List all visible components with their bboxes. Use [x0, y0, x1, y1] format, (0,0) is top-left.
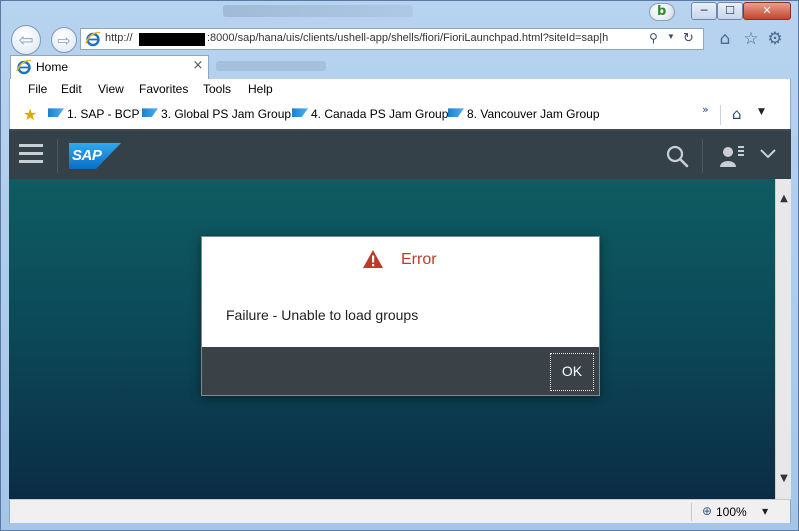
- favorite-label: 3. Global PS Jam Group: [161, 107, 292, 121]
- maximize-button[interactable]: ☐: [717, 2, 743, 20]
- dialog-message: Failure - Unable to load groups: [226, 307, 419, 323]
- menu-bar: File Edit View Favorites Tools Help: [10, 79, 790, 101]
- title-bar: b ─ ☐ ✕: [1, 1, 798, 23]
- add-favorite-star-icon[interactable]: ★: [23, 106, 41, 124]
- redacted-host: [139, 33, 205, 46]
- favorite-link-1[interactable]: 1. SAP - BCP: [48, 107, 139, 123]
- zoom-dropdown-icon[interactable]: ▼: [762, 507, 768, 516]
- bing-badge-letter: b: [657, 4, 667, 19]
- gear-icon[interactable]: ⚙: [765, 29, 785, 49]
- home-dropdown-icon[interactable]: ▼: [758, 107, 765, 117]
- favorite-link-4[interactable]: 8. Vancouver Jam Group: [448, 107, 600, 123]
- bing-badge-icon[interactable]: b: [649, 3, 675, 21]
- sap-favicon-icon: [448, 108, 464, 118]
- page-viewport: SAP ▲ ▼ Error Failure - Unable to load g…: [9, 129, 791, 499]
- tab-home[interactable]: Home ×: [10, 55, 209, 79]
- vertical-scrollbar[interactable]: ▲ ▼: [775, 179, 791, 499]
- address-search-icon[interactable]: ⚲: [649, 31, 665, 47]
- favorite-label: 1. SAP - BCP: [67, 107, 140, 121]
- home-icon[interactable]: ⌂: [732, 105, 750, 123]
- menu-file[interactable]: File: [28, 82, 47, 96]
- sap-favicon-icon: [48, 108, 64, 118]
- refresh-icon[interactable]: ↻: [683, 31, 699, 47]
- favorite-link-3[interactable]: 4. Canada PS Jam Group: [292, 107, 448, 123]
- dialog-title: Error: [401, 251, 437, 268]
- scroll-up-icon[interactable]: ▲: [776, 191, 791, 207]
- fiori-shell-bar: SAP: [9, 129, 791, 179]
- sap-favicon-icon: [142, 108, 158, 118]
- menu-edit[interactable]: Edit: [61, 82, 82, 96]
- internet-explorer-icon: [16, 59, 32, 75]
- tab-strip: Home ×: [1, 55, 798, 79]
- menu-hamburger-icon[interactable]: [19, 144, 43, 166]
- dialog-header: Error: [202, 237, 599, 285]
- close-tab-icon[interactable]: ×: [191, 59, 205, 73]
- address-dropdown-icon[interactable]: ▼: [667, 32, 677, 46]
- address-path: :8000/sap/hana/uis/clients/ushell-app/sh…: [207, 32, 609, 44]
- close-icon: ✕: [762, 4, 772, 17]
- favorite-label: 4. Canada PS Jam Group: [311, 107, 449, 121]
- chevron-down-icon[interactable]: [759, 147, 777, 161]
- internet-explorer-icon: [85, 31, 101, 47]
- favorite-label: 8. Vancouver Jam Group: [467, 107, 600, 121]
- address-scheme: http://: [105, 32, 133, 44]
- ok-button[interactable]: OK: [550, 353, 594, 391]
- minimize-icon: ─: [700, 4, 708, 17]
- close-window-button[interactable]: ✕: [743, 2, 791, 20]
- status-bar: ⊕ 100% ▼: [9, 499, 791, 523]
- menu-view[interactable]: View: [98, 82, 124, 96]
- sap-favicon-icon: [292, 108, 308, 118]
- back-arrow-icon: ⇦: [18, 30, 34, 51]
- sap-logo-text: SAP: [72, 147, 102, 164]
- menu-favorites[interactable]: Favorites: [139, 82, 188, 96]
- menu-tools[interactable]: Tools: [203, 82, 231, 96]
- minimize-button[interactable]: ─: [691, 2, 717, 20]
- sap-logo: SAP: [69, 143, 121, 169]
- tab-title: Home: [36, 60, 69, 74]
- user-icon[interactable]: [719, 143, 745, 169]
- menu-help[interactable]: Help: [248, 82, 273, 96]
- zoom-magnifier-icon[interactable]: ⊕: [702, 504, 716, 518]
- browser-window: b ─ ☐ ✕ ⇦ ⇨ http:// :8000/sap/hana/uis/c…: [0, 0, 799, 531]
- search-icon[interactable]: [665, 144, 689, 168]
- forward-arrow-icon: ⇨: [57, 31, 71, 50]
- home-icon[interactable]: ⌂: [715, 29, 735, 49]
- favorites-bar: ★ 1. SAP - BCP 3. Global PS Jam Group 4.…: [10, 103, 790, 127]
- scroll-down-icon[interactable]: ▼: [776, 471, 791, 487]
- error-dialog: Error Failure - Unable to load groups OK: [201, 236, 600, 396]
- shell-divider: [57, 139, 58, 173]
- navigation-bar: ⇦ ⇨ http:// :8000/sap/hana/uis/clients/u…: [1, 23, 798, 55]
- window-title-blurred: [223, 5, 413, 17]
- favorite-link-2[interactable]: 3. Global PS Jam Group: [142, 107, 291, 123]
- warning-triangle-icon: [363, 250, 383, 268]
- back-button[interactable]: ⇦: [11, 25, 41, 55]
- dialog-footer: OK: [202, 347, 599, 395]
- inactive-tab-blurred: [216, 61, 326, 71]
- address-bar[interactable]: http:// :8000/sap/hana/uis/clients/ushel…: [80, 28, 704, 50]
- maximize-icon: ☐: [725, 4, 735, 17]
- toolbar-divider: [720, 105, 721, 125]
- browser-toolbars: File Edit View Favorites Tools Help ★ 1.…: [9, 79, 791, 129]
- favorites-overflow-chevron-icon[interactable]: »: [702, 103, 709, 116]
- shell-divider: [702, 139, 703, 173]
- forward-button[interactable]: ⇨: [51, 27, 77, 53]
- status-divider: [691, 503, 692, 521]
- star-icon[interactable]: ☆: [741, 29, 761, 49]
- zoom-level[interactable]: 100%: [716, 505, 747, 519]
